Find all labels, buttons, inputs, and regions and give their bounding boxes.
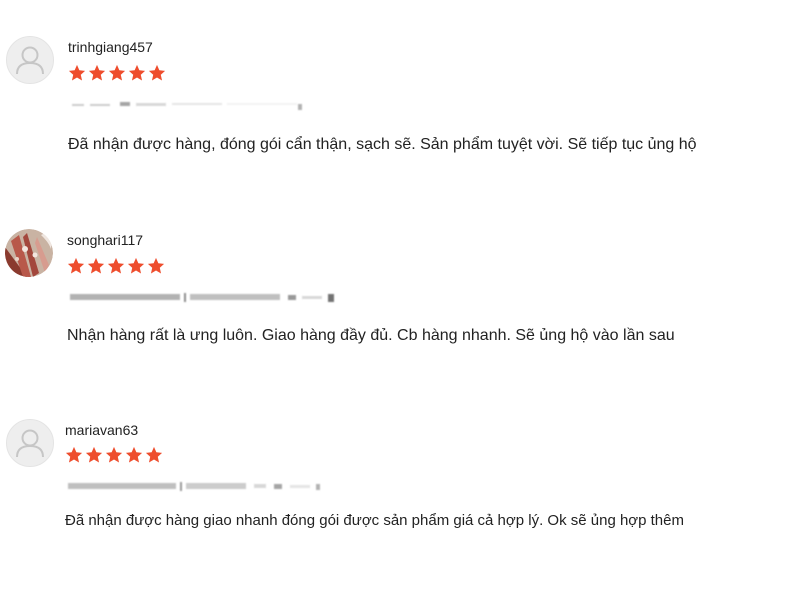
star-icon bbox=[67, 257, 85, 274]
review-item: mariavan63 Đã nhận được hàng giao nhanh … bbox=[0, 0, 800, 529]
star-icon bbox=[145, 446, 163, 463]
star-icon bbox=[105, 446, 123, 463]
blurred-meta-placeholder bbox=[70, 293, 334, 302]
star-icon bbox=[85, 446, 103, 463]
review-comment: Đã nhận được hàng giao nhanh đóng gói đư… bbox=[65, 512, 684, 529]
star-icon bbox=[125, 446, 143, 463]
review-comment: Nhận hàng rất là ưng luôn. Giao hàng đầy… bbox=[67, 327, 675, 344]
user-avatar[interactable] bbox=[6, 419, 54, 467]
default-user-icon bbox=[16, 429, 44, 458]
star-icon bbox=[65, 446, 83, 463]
reviewer-username: songhari117 bbox=[67, 232, 144, 248]
rating-stars bbox=[67, 257, 165, 275]
user-avatar[interactable] bbox=[5, 229, 53, 277]
blurred-meta-placeholder bbox=[68, 482, 320, 491]
star-icon bbox=[107, 257, 125, 274]
star-icon bbox=[127, 257, 145, 274]
review-meta-blurred bbox=[70, 290, 350, 307]
reviewer-username: mariavan63 bbox=[65, 422, 139, 438]
review-meta-blurred bbox=[68, 479, 348, 496]
star-icon bbox=[147, 257, 165, 274]
rating-stars bbox=[65, 446, 163, 464]
star-icon bbox=[87, 257, 105, 274]
user-photo-icon bbox=[5, 229, 53, 277]
